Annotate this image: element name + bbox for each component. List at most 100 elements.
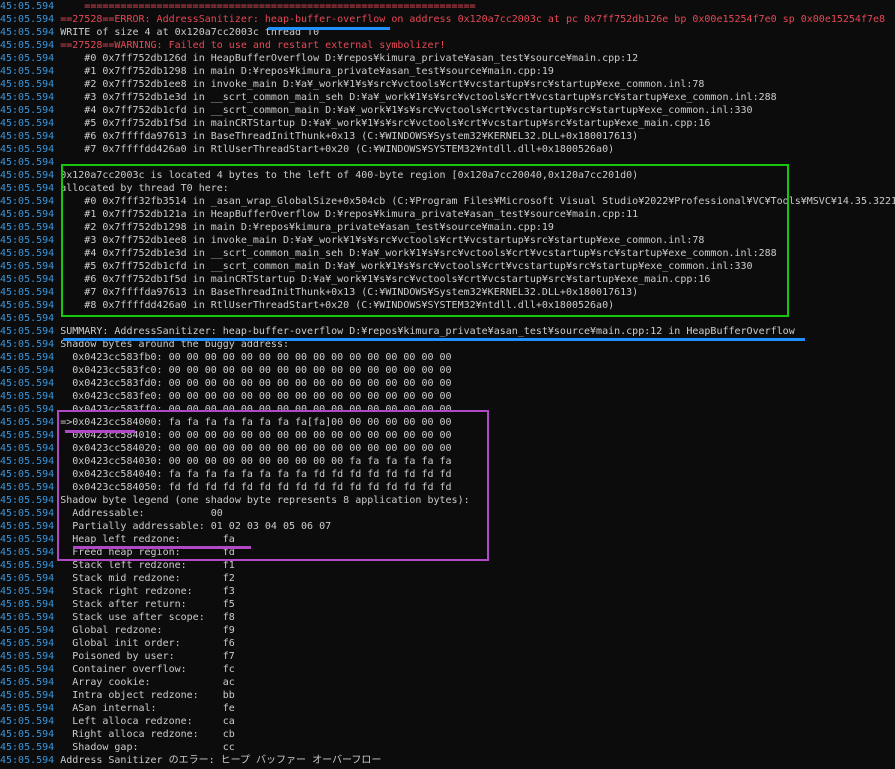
timestamp: 45:05.594 xyxy=(0,482,55,493)
timestamp: 45:05.594 xyxy=(0,521,55,532)
output-line: 45:05.594 Addressable: 00 xyxy=(0,507,895,520)
timestamp: 45:05.594 xyxy=(0,560,55,571)
line-text: 0x0423cc584040: fa fa fa fa fa fa fa fa … xyxy=(60,469,452,480)
timestamp: 45:05.594 xyxy=(0,469,55,480)
line-text: Partially addressable: 01 02 03 04 05 06… xyxy=(60,521,332,532)
output-line: 45:05.594 Stack mid redzone: f2 xyxy=(0,572,895,585)
timestamp: 45:05.594 xyxy=(0,729,55,740)
line-text: 0x0423cc583fe0: 00 00 00 00 00 00 00 00 … xyxy=(60,391,452,402)
output-line: 45:05.594 Stack right redzone: f3 xyxy=(0,585,895,598)
line-text: Array cookie: ac xyxy=(60,677,235,688)
output-line: 45:05.594 ==27528==ERROR: AddressSanitiz… xyxy=(0,13,895,26)
output-line: 45:05.594 #2 0x7ff752db1ee8 in invoke_ma… xyxy=(0,78,895,91)
line-text: #8 0x7ffffdd426a0 in RtlUserThreadStart+… xyxy=(60,300,615,311)
timestamp: 45:05.594 xyxy=(0,443,55,454)
output-line: 45:05.594 SUMMARY: AddressSanitizer: hea… xyxy=(0,325,895,338)
output-line: 45:05.594 Global init order: f6 xyxy=(0,637,895,650)
timestamp: 45:05.594 xyxy=(0,131,55,142)
timestamp: 45:05.594 xyxy=(0,638,55,649)
line-text: allocated by thread T0 here: xyxy=(60,183,229,194)
line-text: 0x0423cc584020: 00 00 00 00 00 00 00 00 … xyxy=(60,443,452,454)
output-line: 45:05.594 Array cookie: ac xyxy=(0,676,895,689)
timestamp: 45:05.594 xyxy=(0,495,55,506)
output-line: 45:05.594 #0 0x7fff32fb3514 in _asan_wra… xyxy=(0,195,895,208)
line-text: Shadow gap: cc xyxy=(60,742,235,753)
output-line: 45:05.594 allocated by thread T0 here: xyxy=(0,182,895,195)
timestamp: 45:05.594 xyxy=(0,118,55,129)
timestamp: 45:05.594 xyxy=(0,300,55,311)
line-text: #4 0x7ff752db1e3d in __scrt_common_main_… xyxy=(60,248,777,259)
output-line: 45:05.594 0x0423cc583fc0: 00 00 00 00 00… xyxy=(0,364,895,377)
timestamp: 45:05.594 xyxy=(0,222,55,233)
timestamp: 45:05.594 xyxy=(0,716,55,727)
error-type-underline xyxy=(268,27,390,30)
timestamp: 45:05.594 xyxy=(0,1,55,12)
output-line: 45:05.594 Shadow byte legend (one shadow… xyxy=(0,494,895,507)
line-text: Stack after return: f5 xyxy=(60,599,235,610)
output-line: 45:05.594 0x0423cc583fd0: 00 00 00 00 00… xyxy=(0,377,895,390)
output-line: 45:05.594 #4 0x7ff752db1cfd in __scrt_co… xyxy=(0,104,895,117)
output-line: 45:05.594 Address Sanitizer のエラー: ヒープ バッ… xyxy=(0,754,895,767)
timestamp: 45:05.594 xyxy=(0,404,55,415)
timestamp: 45:05.594 xyxy=(0,53,55,64)
output-line: 45:05.594 0x0423cc583ff0: 00 00 00 00 00… xyxy=(0,403,895,416)
timestamp: 45:05.594 xyxy=(0,339,55,350)
line-text: Shadow byte legend (one shadow byte repr… xyxy=(60,495,470,506)
line-text: Addressable: 00 xyxy=(60,508,223,519)
timestamp: 45:05.594 xyxy=(0,105,55,116)
timestamp: 45:05.594 xyxy=(0,157,55,168)
line-text: Stack use after scope: f8 xyxy=(60,612,235,623)
output-line: 45:05.594 #6 0x7ffffda97613 in BaseThrea… xyxy=(0,130,895,143)
line-text: #5 0x7ff752db1cfd in __scrt_common_main … xyxy=(60,261,753,272)
timestamp: 45:05.594 xyxy=(0,326,55,337)
timestamp: 45:05.594 xyxy=(0,209,55,220)
timestamp: 45:05.594 xyxy=(0,40,55,51)
output-line: 45:05.594 0x0423cc583fb0: 00 00 00 00 00… xyxy=(0,351,895,364)
debug-output-console[interactable]: 45:05.594 ==============================… xyxy=(0,0,895,769)
timestamp: 45:05.594 xyxy=(0,274,55,285)
timestamp: 45:05.594 xyxy=(0,677,55,688)
line-text: SUMMARY: AddressSanitizer: heap-buffer-o… xyxy=(60,326,795,337)
output-line: 45:05.594 #1 0x7ff752db1298 in main D:¥r… xyxy=(0,65,895,78)
timestamp: 45:05.594 xyxy=(0,456,55,467)
line-text: 0x0423cc583fb0: 00 00 00 00 00 00 00 00 … xyxy=(60,352,452,363)
timestamp: 45:05.594 xyxy=(0,66,55,77)
line-text: #4 0x7ff752db1cfd in __scrt_common_main … xyxy=(60,105,753,116)
line-text: ==27528==WARNING: Failed to use and rest… xyxy=(60,40,446,51)
output-line: 45:05.594 Global redzone: f9 xyxy=(0,624,895,637)
timestamp: 45:05.594 xyxy=(0,664,55,675)
output-line: 45:05.594 Right alloca redzone: cb xyxy=(0,728,895,741)
output-line: 45:05.594 #8 0x7ffffdd426a0 in RtlUserTh… xyxy=(0,299,895,312)
output-line: 45:05.594 #7 0x7ffffda97613 in BaseThrea… xyxy=(0,286,895,299)
timestamp: 45:05.594 xyxy=(0,196,55,207)
output-line: 45:05.594 0x0423cc584050: fd fd fd fd fd… xyxy=(0,481,895,494)
line-text: #6 0x7ff752db1f5d in mainCRTStartup D:¥a… xyxy=(60,274,711,285)
timestamp: 45:05.594 xyxy=(0,365,55,376)
line-text: #3 0x7ff752db1ee8 in invoke_main D:¥a¥_w… xyxy=(60,235,705,246)
timestamp: 45:05.594 xyxy=(0,586,55,597)
line-text: #2 0x7ff752db1298 in main D:¥repos¥kimur… xyxy=(60,222,554,233)
line-text: #1 0x7ff752db1298 in main D:¥repos¥kimur… xyxy=(60,66,554,77)
output-line: 45:05.594 #0 0x7ff752db126d in HeapBuffe… xyxy=(0,52,895,65)
timestamp: 45:05.594 xyxy=(0,612,55,623)
timestamp: 45:05.594 xyxy=(0,183,55,194)
output-line: 45:05.594 Stack after return: f5 xyxy=(0,598,895,611)
timestamp: 45:05.594 xyxy=(0,248,55,259)
timestamp: 45:05.594 xyxy=(0,235,55,246)
timestamp: 45:05.594 xyxy=(0,14,55,25)
output-line: 45:05.594 #1 0x7ff752db121a in HeapBuffe… xyxy=(0,208,895,221)
line-text: #0 0x7ff752db126d in HeapBufferOverflow … xyxy=(60,53,639,64)
line-text: #1 0x7ff752db121a in HeapBufferOverflow … xyxy=(60,209,639,220)
timestamp: 45:05.594 xyxy=(0,92,55,103)
line-text: Left alloca redzone: ca xyxy=(60,716,235,727)
line-text: 0x0423cc584030: 00 00 00 00 00 00 00 00 … xyxy=(60,456,452,467)
output-line: 45:05.594 #3 0x7ff752db1ee8 in invoke_ma… xyxy=(0,234,895,247)
line-text: 0x0423cc583fd0: 00 00 00 00 00 00 00 00 … xyxy=(60,378,452,389)
output-line: 45:05.594 #5 0x7ff752db1f5d in mainCRTSt… xyxy=(0,117,895,130)
output-line: 45:05.594 WRITE of size 4 at 0x120a7cc20… xyxy=(0,26,895,39)
output-line: 45:05.594 ==============================… xyxy=(0,0,895,13)
line-text: 0x0423cc583ff0: 00 00 00 00 00 00 00 00 … xyxy=(60,404,452,415)
output-line: 45:05.594 Container overflow: fc xyxy=(0,663,895,676)
timestamp: 45:05.594 xyxy=(0,690,55,701)
line-text: #7 0x7ffffda97613 in BaseThreadInitThunk… xyxy=(60,287,639,298)
